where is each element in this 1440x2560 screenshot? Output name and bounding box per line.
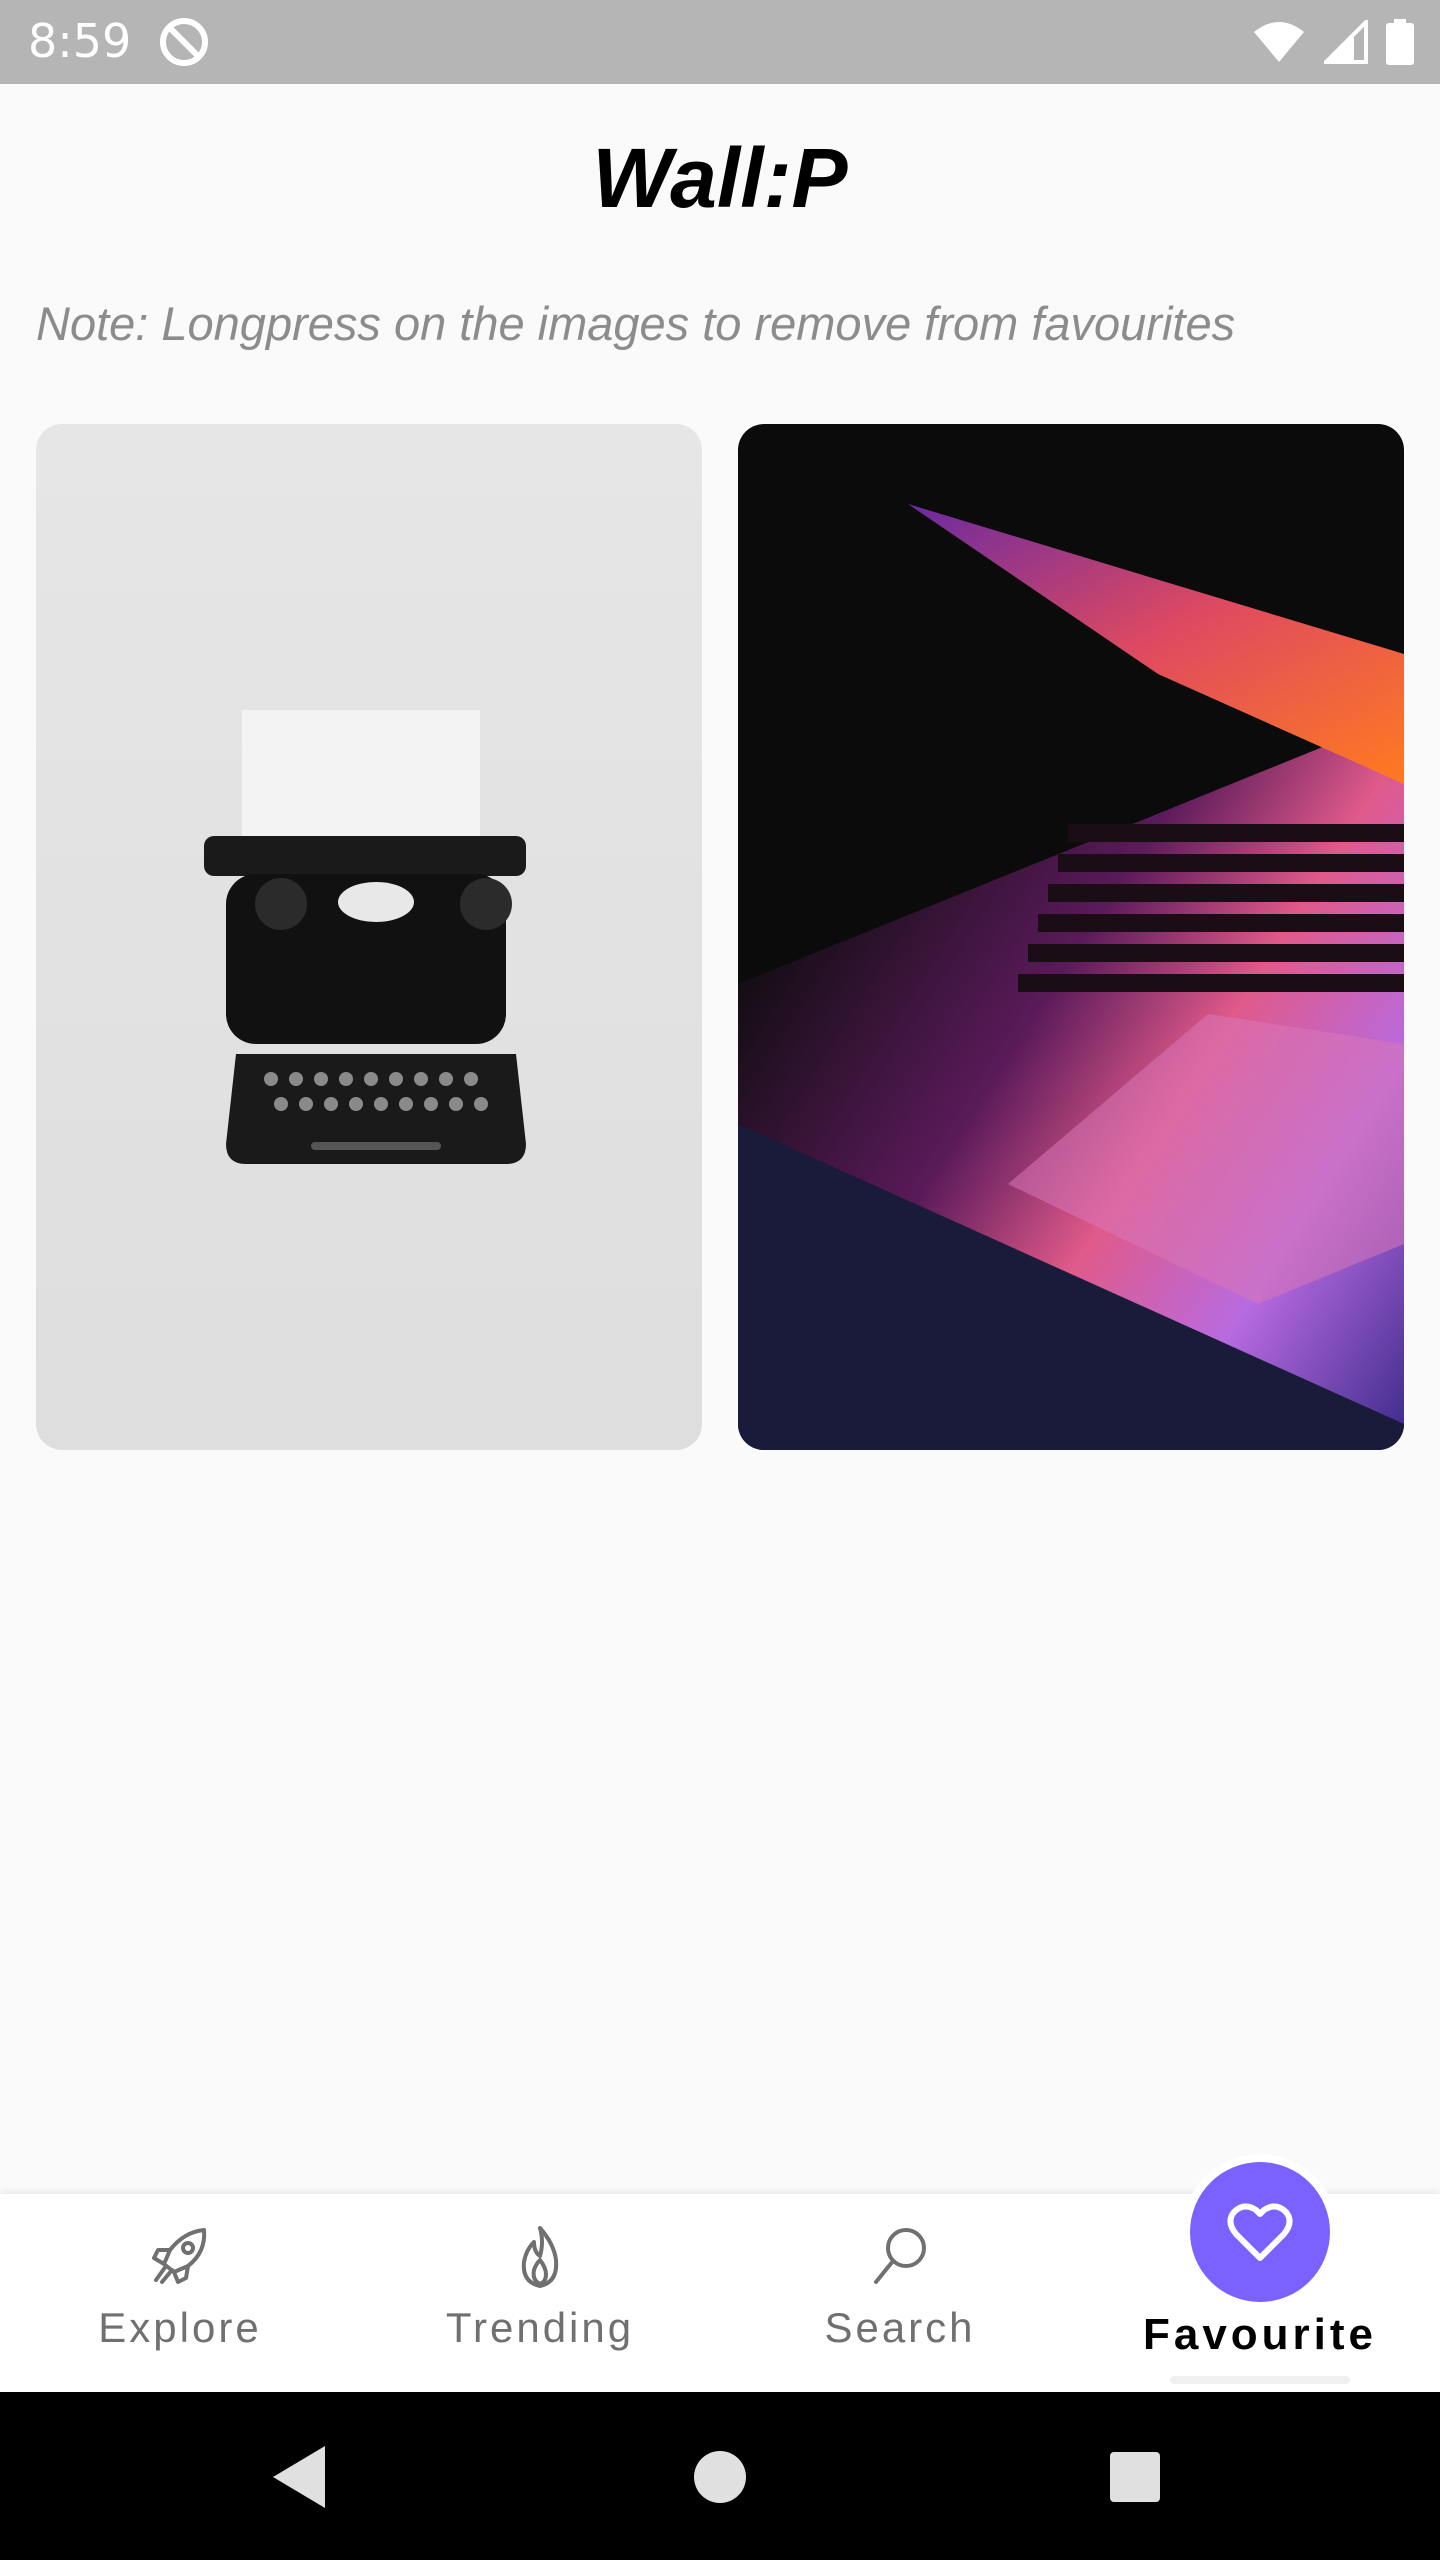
wifi-icon <box>1254 22 1304 62</box>
nav-item-favourite[interactable] <box>1190 2162 1330 2302</box>
nav-item-explore[interactable]: Explore <box>0 2194 360 2392</box>
nav-label-explore: Explore <box>98 2304 262 2351</box>
status-time: 8:59 <box>28 14 132 68</box>
active-tab-indicator <box>1170 2376 1350 2384</box>
laptop-image <box>738 424 1404 1450</box>
typewriter-image <box>36 424 702 1450</box>
nav-label-trending: Trending <box>445 2304 635 2351</box>
nav-item-search[interactable]: Search <box>720 2194 1080 2392</box>
nav-label-favourite: Favourite <box>1142 2310 1378 2359</box>
flame-icon <box>521 2226 559 2288</box>
rocket-icon <box>152 2228 207 2284</box>
nav-item-trending[interactable]: Trending <box>360 2194 720 2392</box>
nav-label-search: Search <box>824 2304 976 2351</box>
signal-icon <box>1324 20 1368 64</box>
favourite-image-laptop[interactable] <box>738 424 1404 1450</box>
battery-icon <box>1386 19 1414 65</box>
back-icon[interactable] <box>255 2432 345 2522</box>
system-navigation-bar <box>0 2392 1440 2560</box>
status-bar: 8:59 <box>0 0 1440 84</box>
search-icon <box>874 2228 926 2284</box>
recents-icon[interactable] <box>1090 2432 1180 2522</box>
heart-icon <box>1227 2203 1293 2261</box>
app-title: Wall:P <box>592 131 848 225</box>
note-text: Note: Longpress on the images to remove … <box>36 297 1236 350</box>
home-icon[interactable] <box>675 2432 765 2522</box>
sync-icon <box>160 18 208 66</box>
favourite-image-typewriter[interactable] <box>36 424 702 1450</box>
